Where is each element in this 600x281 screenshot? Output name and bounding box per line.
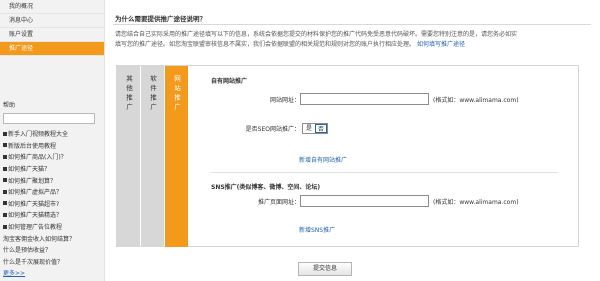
tab-label: 软件推广 (148, 75, 157, 113)
help-link-label: 如何推广商品(入门)？ (8, 154, 67, 162)
description-line-1: 请您结合自己实际采用的推广途径填写以下的信息，系统会依据您提交的材料保护您的推广… (115, 31, 518, 38)
bullet-square-icon (3, 212, 7, 217)
help-link-label: 新手入门视频教程大全 (8, 131, 69, 139)
tab-label: 其他推广 (124, 75, 133, 113)
add-own-site-link[interactable]: 新增自有网站推广 (299, 155, 347, 164)
bullet-square-icon (3, 131, 7, 136)
help-link-label: 如何推广虚拟产品？ (8, 189, 63, 197)
help-link-label: 如何推广聚划算？ (8, 177, 57, 185)
help-title: 帮助 (3, 102, 16, 109)
sns-section-title: SNS推广(类似博客、微博、空间、论坛) (211, 184, 321, 191)
seo-label: 是否SEO网站推广： (245, 126, 300, 133)
bullet-square-icon (3, 143, 7, 148)
seo-row: 是否SEO网站推广： 是 否 (189, 123, 328, 134)
site-url-input[interactable] (300, 93, 429, 105)
add-sns-link[interactable]: 新增SNS推广 (299, 225, 335, 234)
site-url-row: 网站网址： (格式如：www.alimama.com) (189, 93, 519, 105)
help-link[interactable]: 什么是预估收益？ (3, 244, 104, 256)
sns-url-hint: (格式如：www.alimama.com) (433, 198, 519, 206)
bullet-square-icon (3, 178, 7, 183)
sidebar-item-account-settings[interactable]: 账户设置 (0, 28, 104, 42)
site-url-label: 网站网址： (269, 96, 300, 104)
description-line-2: 填写您的推广途径。如您淘宝联盟审核信息不属实，我们会依据联盟的相关规范和规则对您… (115, 41, 416, 48)
sns-url-label: 推广页面网址： (257, 198, 300, 206)
help-link[interactable]: 如何推广虚拟产品？ (3, 186, 104, 198)
help-link-label: 如何推广天猫？ (8, 166, 51, 174)
bullet-square-icon (3, 201, 7, 206)
help-links: 新手入门视频教程大全 新版后台使用教程如何推广商品(入门)？ 如何推广天猫？ 如何推广… (0, 128, 104, 267)
seo-option-yes[interactable]: 是 (303, 124, 315, 133)
sidebar-item-overview[interactable]: 我的概况 (0, 0, 104, 14)
help-link[interactable]: 如何推广商品(入门)？ (3, 151, 104, 163)
bullet-square-icon (3, 154, 7, 159)
seo-option-no[interactable]: 否 (315, 124, 327, 133)
sns-url-row: 推广页面网址： (格式如：www.alimama.com) (189, 195, 519, 207)
own-site-section-title: 自有网站推广 (211, 78, 248, 85)
promotion-form: 其他推广 软件推广 网站推广 自有网站推广 网站网址： (格式如：www.ali… (116, 65, 579, 247)
bullet-square-icon (3, 189, 7, 194)
more-link[interactable]: 更多>> (0, 268, 104, 277)
help-link-label: 淘宝客佣金收入如何结算？ (3, 235, 76, 243)
bullet-square-icon (3, 166, 7, 171)
seo-select: 是 否 (302, 123, 328, 134)
tab-other-promotion[interactable]: 其他推广 (117, 66, 140, 247)
help-link[interactable]: 如何推广天猫？ (3, 163, 104, 175)
help-link[interactable]: 什么是千次展现价值？ (3, 256, 104, 268)
sidebar: 我的概况 消息中心 账户设置 推广途径 帮助 新手入门视频教程大全 新版后台使用教… (0, 0, 105, 281)
help-link-label: 如何推广天猫超市? (8, 200, 60, 208)
section-separator (211, 172, 558, 173)
help-link-label: 新版后台使用教程 (8, 142, 57, 150)
submit-button[interactable]: 提交信息 (298, 262, 352, 276)
title-divider (113, 24, 591, 25)
sns-url-input[interactable] (300, 195, 429, 207)
help-link-label: 如何推广天猫精选？ (8, 212, 63, 220)
help-link-label: 什么是预估收益？ (3, 247, 52, 255)
help-link-label: 什么是千次展现价值？ (3, 258, 64, 266)
main-content: 为什么需要提供推广途径说明？ 请您结合自己实际采用的推广途径填写以下的信息，系统… (113, 0, 593, 281)
page-title: 为什么需要提供推广途径说明？ (115, 15, 206, 23)
help-link[interactable]: 如何推广聚划算？ (3, 174, 104, 186)
site-url-hint: (格式如：www.alimama.com) (433, 96, 519, 104)
description: 请您结合自己实际采用的推广途径填写以下的信息，系统会依据您提交的材料保护您的推广… (115, 30, 591, 50)
help-link[interactable]: 如何推广天猫超市? (3, 198, 104, 210)
sidebar-item-promotion-channels[interactable]: 推广途径 (0, 42, 104, 56)
help-search-input[interactable] (3, 113, 95, 124)
bullet-square-icon (3, 224, 7, 229)
website-panel: 自有网站推广 网站网址： (格式如：www.alimama.com) 是否SEO… (189, 66, 578, 247)
help-link[interactable]: 淘宝客佣金收入如何结算？ (3, 232, 104, 244)
tab-label: 网站推广 (172, 75, 181, 113)
help-link-label: 如何管理广告位教程 (8, 224, 63, 232)
how-to-fill-link[interactable]: 如何填写推广途径 (417, 41, 465, 48)
tab-website-promotion[interactable]: 网站推广 (165, 66, 188, 247)
help-link[interactable]: 如何推广天猫精选？ (3, 209, 104, 221)
tab-software-promotion[interactable]: 软件推广 (141, 66, 164, 247)
help-link[interactable]: 如何管理广告位教程 (3, 221, 104, 233)
sidebar-item-messages[interactable]: 消息中心 (0, 14, 104, 28)
help-link[interactable]: 新手入门视频教程大全 (3, 128, 104, 140)
help-link[interactable]: 新版后台使用教程 (3, 140, 104, 152)
